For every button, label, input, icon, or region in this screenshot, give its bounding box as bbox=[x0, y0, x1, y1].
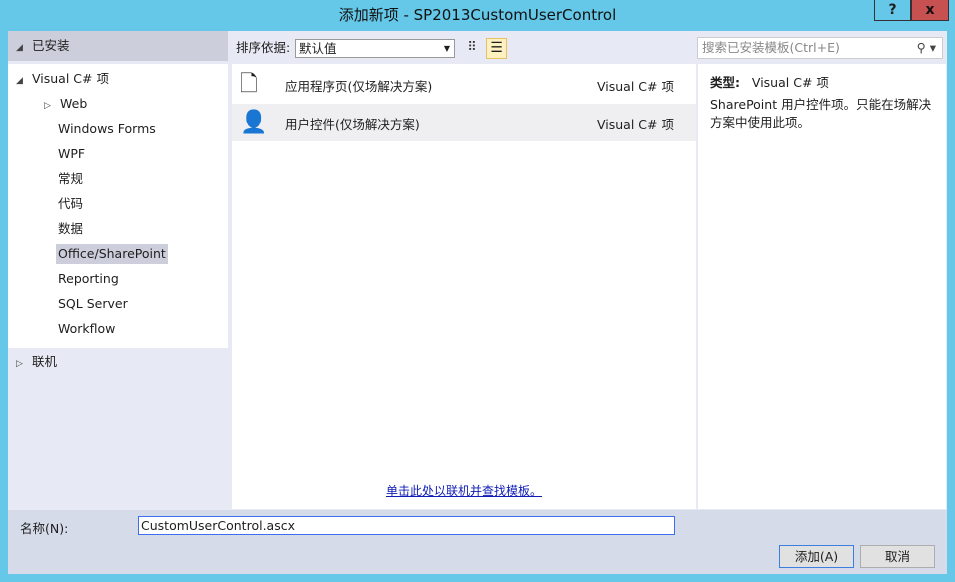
template-list: 🗋 应用程序页(仅场解决方案) Visual C# 项 👤 用户控件(仅场解决方案) Vi… bbox=[232, 64, 696, 509]
details-pane: 类型: Visual C# 项 SharePoint 用户控件项。只能在场解决方… bbox=[698, 64, 946, 509]
tree-label: 代码 bbox=[58, 196, 84, 211]
tree-item[interactable]: Office/SharePoint bbox=[56, 244, 168, 264]
sort-label: 排序依据: bbox=[236, 40, 291, 55]
tree-label: 数据 bbox=[58, 221, 84, 236]
chevron-down-icon: ▼ bbox=[443, 44, 450, 53]
user-control-icon: 👤 bbox=[240, 110, 268, 135]
tree-label: Web bbox=[60, 96, 88, 111]
template-name: 应用程序页(仅场解决方案) bbox=[285, 79, 433, 94]
tree-label: Visual C# 项 bbox=[31, 71, 109, 86]
tree-item[interactable]: Workflow bbox=[58, 319, 115, 339]
tree-label: Workflow bbox=[58, 321, 116, 336]
installed-header[interactable]: ◢ 已安装 bbox=[8, 31, 228, 61]
tree-item[interactable]: 常规 bbox=[58, 169, 83, 189]
name-input[interactable]: CustomUserControl.ascx bbox=[138, 516, 675, 535]
tree-label: SQL Server bbox=[58, 296, 128, 311]
tree-item[interactable]: Windows Forms bbox=[58, 119, 156, 139]
tree-item[interactable]: 数据 bbox=[58, 219, 83, 239]
add-button[interactable]: 添加(A) bbox=[779, 545, 854, 568]
expand-icon: ▷ bbox=[44, 101, 51, 111]
sort-dropdown[interactable]: 默认值 ▼ bbox=[295, 39, 455, 58]
search-input[interactable]: 搜索已安装模板(Ctrl+E) ⚲ ▾ bbox=[697, 37, 943, 59]
window-title: 添加新项 - SP2013CustomUserControl bbox=[338, 6, 617, 24]
tree-item-online[interactable]: ▷ 联机 bbox=[16, 352, 57, 372]
template-row[interactable]: 🗋 应用程序页(仅场解决方案) Visual C# 项 bbox=[232, 66, 696, 103]
list-view-icon[interactable]: ☰ bbox=[486, 38, 507, 59]
search-icon: ⚲ ▾ bbox=[916, 40, 936, 55]
type-value: Visual C# 项 bbox=[751, 75, 829, 90]
description: SharePoint 用户控件项。只能在场解决方案中使用此项。 bbox=[710, 97, 932, 130]
application-page-icon: 🗋 bbox=[240, 72, 258, 97]
cancel-button[interactable]: 取消 bbox=[860, 545, 935, 568]
template-type: Visual C# 项 bbox=[597, 79, 674, 94]
tree-item-visual-csharp[interactable]: ◢ Visual C# 项 bbox=[16, 69, 109, 89]
collapse-icon: ◢ bbox=[16, 76, 23, 86]
type-label: 类型: bbox=[710, 75, 740, 90]
template-row[interactable]: 👤 用户控件(仅场解决方案) Visual C# 项 bbox=[232, 104, 696, 141]
template-type: Visual C# 项 bbox=[597, 117, 674, 132]
template-name: 用户控件(仅场解决方案) bbox=[285, 117, 420, 132]
tree-label: 联机 bbox=[31, 354, 57, 369]
sort-value: 默认值 bbox=[299, 41, 337, 56]
tree-label: Office/SharePoint bbox=[58, 246, 166, 261]
help-button[interactable]: ? bbox=[874, 0, 911, 21]
tree-label: Reporting bbox=[58, 271, 119, 286]
tree-item[interactable]: WPF bbox=[58, 144, 85, 164]
expand-icon: ▷ bbox=[16, 359, 23, 369]
installed-label: 已安装 bbox=[31, 38, 70, 53]
tree-label: 常规 bbox=[58, 171, 84, 186]
online-templates-link[interactable]: 单击此处以联机并查找模板。 bbox=[386, 482, 542, 499]
tree-item[interactable]: Reporting bbox=[58, 269, 119, 289]
name-label: 名称(N): bbox=[20, 521, 69, 536]
collapse-icon: ◢ bbox=[16, 43, 23, 53]
tree-item[interactable]: ▷ Web bbox=[44, 94, 87, 114]
tree-item[interactable]: SQL Server bbox=[58, 294, 128, 314]
category-tree: ◢ Visual C# 项 ▷ Web Windows Forms WPF 常规代码数据… bbox=[8, 64, 228, 348]
search-placeholder: 搜索已安装模板(Ctrl+E) bbox=[702, 40, 840, 55]
close-button[interactable]: x bbox=[911, 0, 949, 21]
grid-view-icon[interactable]: ⠿ bbox=[463, 39, 481, 58]
tree-label: Windows Forms bbox=[58, 121, 156, 136]
tree-item[interactable]: 代码 bbox=[58, 194, 83, 214]
tree-label: WPF bbox=[58, 146, 86, 161]
